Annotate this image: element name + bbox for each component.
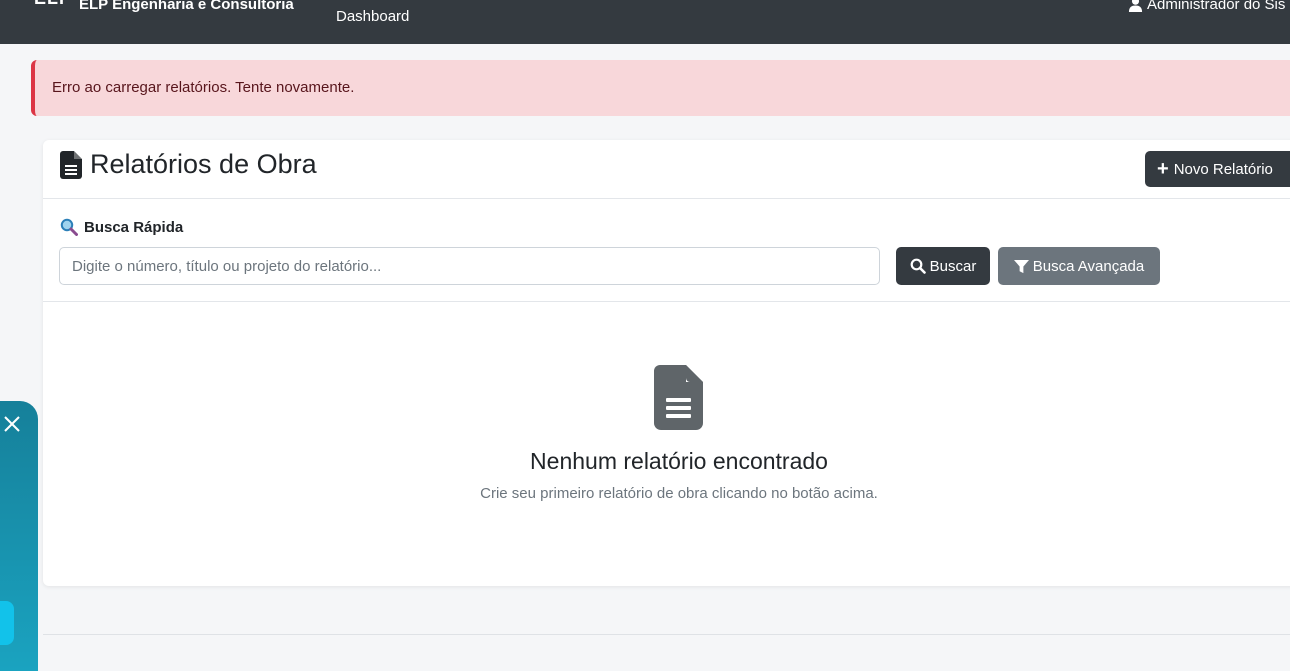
brand-name[interactable]: ELP Engenharia e Consultoria (79, 0, 294, 13)
plus-icon: + (1157, 158, 1169, 180)
empty-state-title: Nenhum relatório encontrado (530, 448, 828, 474)
search-button[interactable]: Buscar (896, 247, 990, 285)
quick-search-label-text: Busca Rápida (84, 218, 184, 236)
alert-message: Erro ao carregar relatórios. Tente novam… (52, 79, 355, 96)
error-alert: Erro ao carregar relatórios. Tente novam… (31, 60, 1290, 116)
footer-divider (43, 634, 1290, 635)
user-menu[interactable]: Administrador do Sis (1128, 0, 1285, 13)
filter-icon (1013, 259, 1029, 273)
page-title-text: Relatórios de Obra (90, 149, 317, 179)
search-button-label: Buscar (929, 257, 977, 275)
nav-dashboard-link[interactable]: Dashboard (336, 8, 409, 25)
quick-search-section: Busca Rápida Buscar Busca Avançada (43, 199, 1290, 302)
card-header: Relatórios de Obra + Novo Relatório (43, 140, 1290, 199)
floating-side-widget[interactable]: ia e (0, 401, 38, 671)
close-icon[interactable] (3, 415, 21, 433)
advanced-search-label: Busca Avançada (1032, 257, 1145, 275)
search-icon (910, 258, 926, 274)
advanced-search-button[interactable]: Busca Avançada (998, 247, 1160, 285)
user-icon (1128, 0, 1143, 12)
empty-state-subtitle: Crie seu primeiro relatório de obra clic… (480, 485, 878, 502)
brand-logo[interactable]: ELP (34, 0, 72, 9)
empty-state-file-icon (654, 365, 703, 434)
top-navbar: ELP ELP Engenharia e Consultoria Dashboa… (0, 0, 1290, 44)
widget-action-button[interactable] (0, 601, 14, 645)
page-title: Relatórios de Obra (60, 149, 317, 180)
magnifier-icon (60, 218, 78, 236)
new-report-label: Novo Relatório (1173, 160, 1273, 178)
file-text-icon (60, 150, 82, 179)
search-input[interactable] (59, 247, 880, 285)
quick-search-label: Busca Rápida (60, 218, 183, 236)
user-name: Administrador do Sis (1147, 0, 1286, 13)
reports-card: Relatórios de Obra + Novo Relatório Busc… (43, 140, 1290, 586)
new-report-button[interactable]: + Novo Relatório (1145, 151, 1290, 187)
